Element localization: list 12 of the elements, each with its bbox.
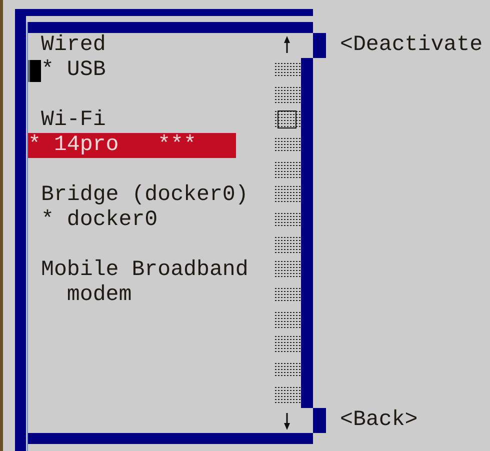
- connection-item[interactable]: * docker0: [41, 208, 158, 233]
- action-button[interactable]: <Deactivate: [340, 33, 483, 58]
- section-title: Wired: [41, 33, 106, 58]
- connection-item[interactable]: * 14pro ***: [28, 133, 236, 158]
- connection-item[interactable]: * USB: [41, 58, 106, 83]
- section-title: Bridge (docker0): [41, 183, 248, 208]
- section-title: Mobile Broadband: [41, 258, 248, 283]
- section-title: Wi-Fi: [41, 108, 106, 133]
- action-button[interactable]: <Back>: [340, 408, 418, 433]
- focus-marker: [313, 33, 326, 58]
- connection-item[interactable]: modem: [41, 283, 132, 308]
- focus-marker: [313, 408, 326, 433]
